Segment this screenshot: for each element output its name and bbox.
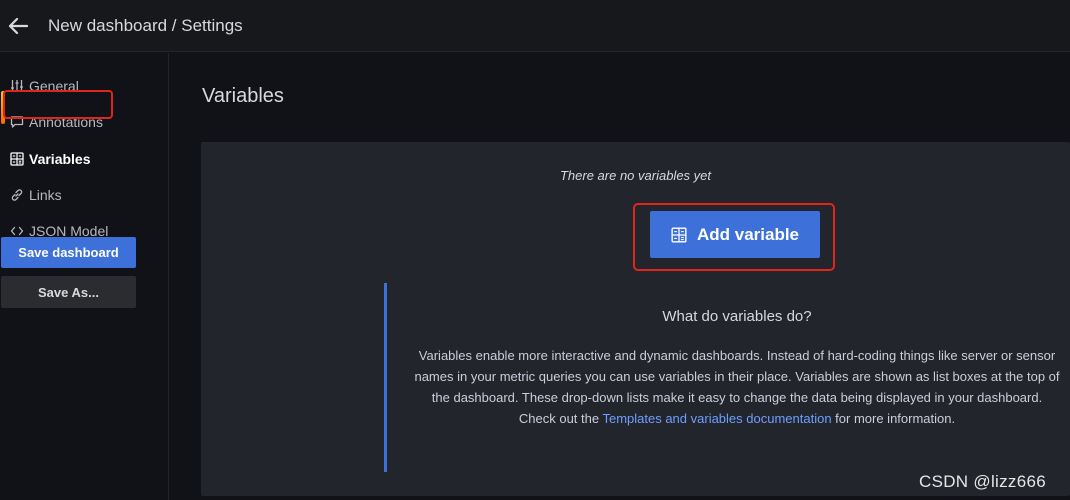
sidebar-item-general[interactable]: General	[10, 72, 79, 100]
page-title: New dashboard / Settings	[48, 15, 243, 35]
calculator-icon	[10, 152, 24, 166]
sidebar-item-variables[interactable]: Variables	[10, 145, 91, 173]
info-heading: What do variables do?	[662, 308, 812, 325]
arrow-left-icon	[8, 17, 28, 34]
section-title: Variables	[202, 85, 284, 107]
comment-icon	[10, 116, 24, 128]
docs-link[interactable]: Templates and variables documentation	[602, 411, 831, 426]
info-text: for more information.	[831, 411, 956, 426]
info-body: Variables enable more interactive and dy…	[413, 345, 1061, 429]
back-button[interactable]	[8, 16, 28, 36]
watermark: CSDN @lizz666	[919, 472, 1046, 491]
add-variable-label: Add variable	[696, 224, 800, 244]
sidebar-item-links[interactable]: Links	[10, 181, 62, 209]
save-dashboard-button[interactable]: Save dashboard	[1, 237, 136, 268]
top-bar: New dashboard / Settings	[0, 0, 1070, 52]
save-as-button[interactable]: Save As...	[1, 276, 136, 308]
sidebar-item-label: Links	[29, 187, 62, 203]
add-variable-button[interactable]: Add variable	[650, 211, 820, 258]
code-icon	[10, 226, 24, 236]
link-icon	[11, 189, 23, 201]
divider	[168, 53, 169, 500]
sliders-icon	[11, 80, 23, 92]
active-indicator	[1, 91, 5, 124]
calculator-icon	[671, 226, 687, 243]
sidebar-item-label: Variables	[29, 151, 91, 167]
empty-message: There are no variables yet	[559, 168, 712, 183]
sidebar-item-label: General	[29, 78, 79, 94]
sidebar-item-label: Annotations	[29, 114, 103, 130]
sidebar-item-annotations[interactable]: Annotations	[10, 108, 103, 136]
